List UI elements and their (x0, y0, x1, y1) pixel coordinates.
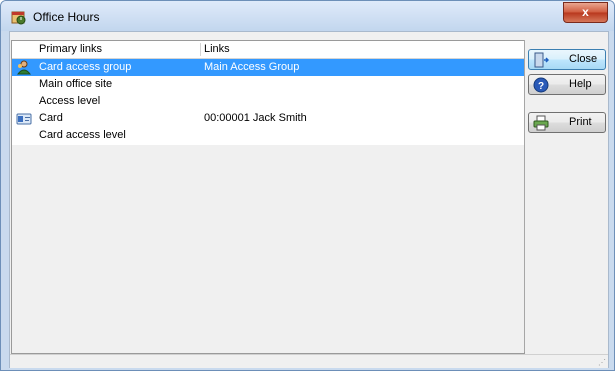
row-link: 00:00001 Jack Smith (204, 112, 307, 124)
help-button-label: Help (569, 78, 592, 90)
close-button-label: Close (569, 53, 598, 65)
office-hours-icon (11, 11, 26, 25)
resize-grip-icon[interactable]: ⋰ (598, 358, 606, 367)
list-rows: Card access group Main Access Group Main… (12, 59, 524, 145)
row-link: Main Access Group (204, 61, 300, 73)
list-row-main-office-site[interactable]: Main office site (12, 76, 524, 93)
printer-icon (533, 115, 549, 131)
exit-door-icon (534, 52, 549, 68)
column-divider[interactable] (200, 43, 201, 56)
close-icon: x (582, 5, 589, 19)
row-primary-link: Card access level (39, 129, 126, 141)
office-hours-window: Office Hours x Primary links Links Card … (0, 0, 615, 371)
card-icon (16, 113, 32, 125)
list-row-card[interactable]: Card 00:00001 Jack Smith (12, 110, 524, 127)
row-primary-link: Card (39, 112, 63, 124)
print-button-label: Print (569, 116, 592, 128)
window-close-button[interactable]: x (563, 2, 608, 23)
list-row-card-access-group[interactable]: Card access group Main Access Group (12, 59, 524, 76)
help-button[interactable]: ? Help (528, 74, 606, 95)
window-title: Office Hours (33, 10, 100, 24)
row-primary-link: Main office site (39, 78, 113, 90)
list-row-card-access-level[interactable]: Card access level (12, 127, 524, 144)
list-header: Primary links Links (12, 41, 524, 59)
title-bar[interactable]: Office Hours x (1, 1, 614, 31)
status-bar: ⋰ (10, 354, 608, 368)
help-icon: ? (533, 77, 549, 93)
row-primary-link: Access level (39, 95, 101, 107)
print-button[interactable]: Print (528, 112, 606, 133)
links-list[interactable]: Primary links Links Card access group Ma… (11, 40, 525, 354)
column-header-primary-links[interactable]: Primary links (39, 41, 102, 58)
close-button[interactable]: Close (528, 49, 606, 70)
list-row-access-level[interactable]: Access level (12, 93, 524, 110)
client-area: Primary links Links Card access group Ma… (9, 31, 609, 368)
row-primary-link: Card access group (39, 61, 132, 73)
svg-text:?: ? (538, 81, 544, 92)
card-access-group-icon (16, 60, 32, 75)
column-header-links[interactable]: Links (204, 41, 230, 58)
button-panel: Close ? Help Print (524, 40, 609, 352)
